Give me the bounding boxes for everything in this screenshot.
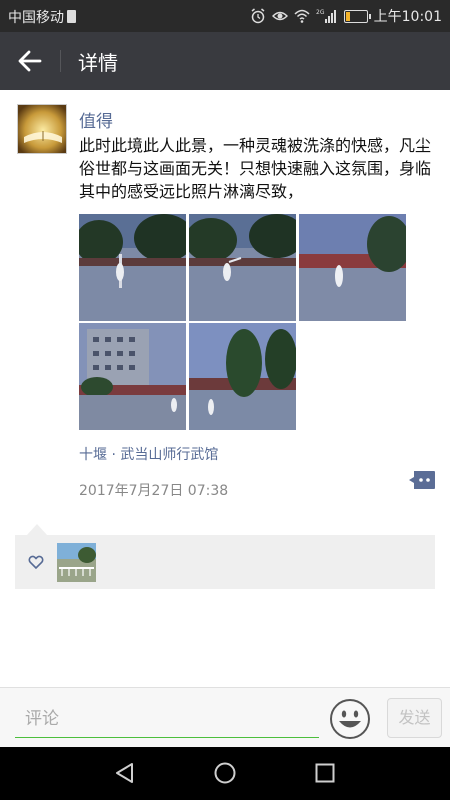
post-timestamp: 2017年7月27日 07:38: [79, 483, 229, 499]
likes-pointer: [27, 524, 47, 535]
clock: 上午10:01: [373, 9, 442, 25]
heart-outline-icon: [28, 555, 44, 570]
likes-section: [15, 535, 435, 589]
username[interactable]: 值得: [79, 107, 113, 132]
home-circle-icon[interactable]: [213, 761, 237, 785]
signal-icon: 2G: [316, 9, 336, 23]
alarm-icon: [251, 8, 265, 24]
system-nav-bar: [0, 747, 450, 800]
status-bar: 中国移动 2G 上午10:01: [0, 0, 450, 32]
app-bar-divider: [60, 50, 61, 72]
comment-dots-icon[interactable]: [408, 470, 436, 490]
page-title: 详情: [78, 51, 118, 75]
location-link[interactable]: 十堰 · 武当山师行武馆: [79, 444, 218, 464]
eye-icon: [271, 11, 288, 21]
wifi-icon: [294, 9, 310, 23]
recents-square-icon[interactable]: [313, 761, 337, 785]
liker-avatar[interactable]: [57, 543, 96, 582]
sim-icon: [67, 10, 76, 23]
photo-tai-chi-pine[interactable]: [189, 323, 296, 430]
post-text: 此时此境此人此景，一种灵魂被洗涤的快感，凡尘俗世都与这画面无关！只想快速融入这氛…: [79, 136, 432, 201]
arrow-left-icon[interactable]: [14, 45, 46, 77]
avatar[interactable]: [17, 104, 67, 154]
photo-tai-chi-trees-2[interactable]: [189, 214, 296, 321]
send-button[interactable]: 发送: [387, 698, 442, 738]
carrier-label: 中国移动: [8, 7, 76, 27]
comment-bar: 发送: [0, 687, 450, 747]
photo-building[interactable]: [79, 323, 186, 430]
comment-input[interactable]: [15, 700, 319, 738]
svg-text:2G: 2G: [316, 9, 325, 16]
smiley-icon[interactable]: [329, 698, 371, 740]
app-bar: 详情: [0, 32, 450, 90]
battery-icon: [343, 9, 371, 23]
photo-tai-chi-trees-1[interactable]: [79, 214, 186, 321]
photo-tai-chi-red-wall[interactable]: [299, 214, 406, 321]
back-triangle-icon[interactable]: [113, 761, 137, 785]
status-icons: 2G 上午10:01: [250, 6, 442, 26]
